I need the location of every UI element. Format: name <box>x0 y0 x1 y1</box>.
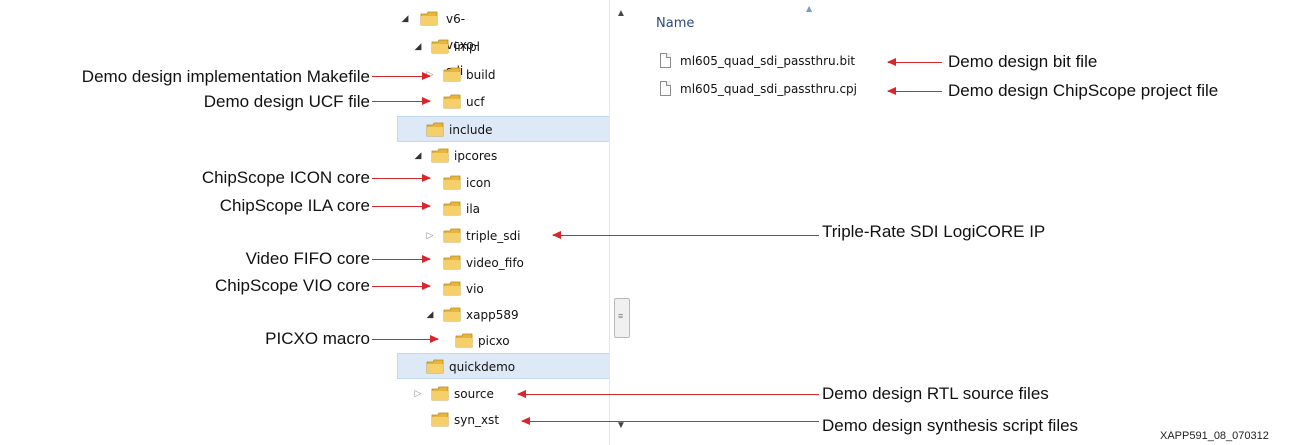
annotation-arrow <box>521 417 819 425</box>
tree-item-include[interactable]: include <box>397 116 610 142</box>
annotation-cpj-file: Demo design ChipScope project file <box>948 81 1219 100</box>
folder-icon <box>431 39 449 54</box>
tree-item-label: icon <box>466 176 491 190</box>
annotation-arrow <box>372 72 431 80</box>
file-icon <box>660 81 671 96</box>
tree-item-label: include <box>449 123 493 137</box>
annotation-arrow <box>372 335 439 343</box>
tree-item-label: ila <box>466 202 481 216</box>
annotation-source-files: Demo design RTL source files <box>822 384 1049 403</box>
annotation-arrow <box>372 97 431 105</box>
annotation-arrow <box>372 282 431 290</box>
annotation-video-fifo: Video FIFO core <box>245 249 370 268</box>
tree-item-label: xapp589 <box>466 308 519 322</box>
folder-icon <box>443 67 461 82</box>
folder-icon <box>443 307 461 322</box>
tree-item-label: source <box>454 387 494 401</box>
tree-item-label: build <box>466 68 496 82</box>
file-icon <box>660 53 671 68</box>
figure-id: XAPP591_08_070312 <box>1160 430 1269 442</box>
folder-explorer: ◢ v6-vcxo-sdi ◢ impl ▷ build ucf include… <box>395 0 635 445</box>
scroll-thumb[interactable]: ≡ <box>614 298 630 338</box>
tree-item-label: ipcores <box>454 149 498 163</box>
folder-icon <box>431 412 449 427</box>
annotation-bit-file: Demo design bit file <box>948 52 1098 71</box>
folder-icon <box>431 386 449 401</box>
folder-icon <box>443 228 461 243</box>
folder-icon <box>431 148 449 163</box>
collapse-triangle-icon[interactable]: ◢ <box>425 302 435 328</box>
annotation-vio-core: ChipScope VIO core <box>215 276 370 295</box>
collapse-triangle-icon[interactable]: ◢ <box>413 34 423 60</box>
sort-up-icon: ▲ <box>806 4 813 13</box>
file-name: ml605_quad_sdi_passthru.cpj <box>680 82 858 96</box>
folder-icon <box>426 122 444 137</box>
annotation-arrow <box>887 58 942 66</box>
annotation-makefile: Demo design implementation Makefile <box>81 67 370 86</box>
tree-scrollbar[interactable]: ▲ ≡ ▼ <box>609 0 634 445</box>
annotation-arrow <box>372 174 431 182</box>
folder-icon <box>420 11 438 26</box>
folder-icon <box>455 333 473 348</box>
scroll-up-arrow-icon[interactable]: ▲ <box>616 8 626 19</box>
expand-triangle-icon[interactable]: ▷ <box>425 223 435 249</box>
collapse-triangle-icon[interactable]: ◢ <box>413 143 423 169</box>
tree-item-label: picxo <box>478 334 510 348</box>
file-name: ml605_quad_sdi_passthru.bit <box>680 54 856 68</box>
column-header-name[interactable]: Name <box>656 16 694 31</box>
expand-triangle-icon[interactable]: ▷ <box>413 381 423 407</box>
annotation-picxo: PICXO macro <box>265 329 370 348</box>
annotation-arrow <box>372 255 431 263</box>
annotation-arrow <box>887 87 942 95</box>
folder-icon <box>443 175 461 190</box>
file-list-pane: ▲ Name ml605_quad_sdi_passthru.bit ml605… <box>640 0 950 120</box>
folder-tree: ◢ v6-vcxo-sdi ◢ impl ▷ build ucf include… <box>395 0 610 445</box>
annotation-triple-sdi: Triple-Rate SDI LogiCORE IP <box>822 222 1046 241</box>
folder-icon <box>426 359 444 374</box>
folder-icon <box>443 201 461 216</box>
tree-item-label: syn_xst <box>454 413 500 427</box>
annotation-arrow <box>372 202 431 210</box>
tree-item-label: triple_sdi <box>466 229 521 243</box>
annotation-arrow <box>552 231 819 239</box>
tree-item-quickdemo[interactable]: quickdemo <box>397 353 610 379</box>
grip-icon: ≡ <box>618 311 624 321</box>
annotation-synthesis-files: Demo design synthesis script files <box>822 416 1079 435</box>
folder-icon <box>443 281 461 296</box>
tree-item-label: ucf <box>466 95 485 109</box>
annotation-arrow <box>517 390 819 398</box>
tree-item-label: video_fifo <box>466 256 524 270</box>
tree-item-label: vio <box>466 282 484 296</box>
annotation-ila-core: ChipScope ILA core <box>219 196 370 215</box>
folder-icon <box>443 255 461 270</box>
collapse-triangle-icon[interactable]: ◢ <box>400 6 410 32</box>
folder-icon <box>443 94 461 109</box>
tree-item-label: quickdemo <box>449 360 516 374</box>
annotation-icon-core: ChipScope ICON core <box>201 168 370 187</box>
annotation-ucf: Demo design UCF file <box>203 92 370 111</box>
tree-item-label: impl <box>454 40 480 54</box>
